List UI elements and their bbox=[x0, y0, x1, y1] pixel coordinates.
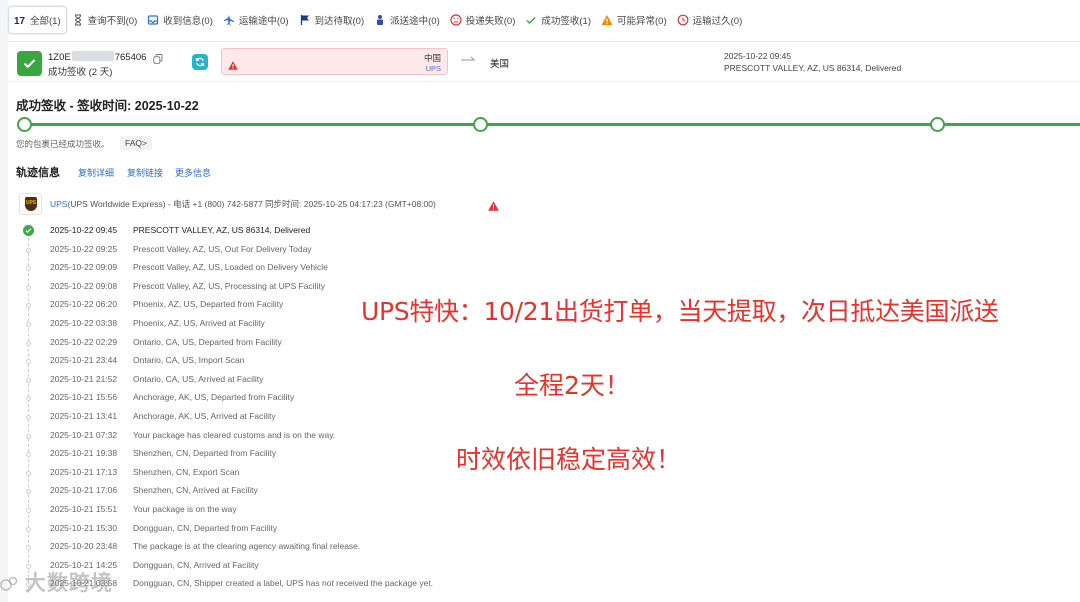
event-dot bbox=[26, 396, 31, 402]
carrier-info: UPS(UPS Worldwide Express) - 电话 +1 (800)… bbox=[50, 198, 436, 210]
event-dot bbox=[26, 284, 31, 290]
event-row: 2025-10-21 15:30 Dongguan, CN, Departed f… bbox=[8, 519, 708, 537]
last-event-desc: PRESCOTT VALLEY, AZ, US 86314, Delivered bbox=[724, 63, 902, 73]
event-row: 2025-10-21 17:06 Shenzhen, CN, Arrived at… bbox=[8, 481, 708, 499]
last-event-time: 2025-10-22 09:45 bbox=[724, 51, 792, 61]
check-icon bbox=[525, 14, 537, 26]
tab-alert[interactable]: 可能异常(0) bbox=[596, 6, 672, 34]
delivered-status-icon bbox=[17, 51, 42, 76]
ups-logo: UPS bbox=[19, 193, 42, 215]
watermark-logo: 大数跨境 bbox=[0, 567, 113, 597]
event-dot bbox=[26, 303, 31, 309]
flag-icon bbox=[299, 14, 311, 26]
status-tabs: 17 全部(1) 查询不到(0) 收到信息(0) 运输途中(0) 到达待取(0)… bbox=[8, 6, 1080, 34]
event-row: 2025-10-21 03:58 Dongguan, CN, Shipper cr… bbox=[8, 574, 708, 592]
event-dot bbox=[26, 545, 31, 551]
ups-logo-text: UPS bbox=[25, 200, 37, 206]
seventeen-logo-icon: 17 bbox=[14, 14, 26, 27]
tracking-panel: 17 全部(1) 查询不到(0) 收到信息(0) 运输途中(0) 到达待取(0)… bbox=[8, 0, 1080, 602]
event-row: 2025-10-20 23:48 The package is at the cl… bbox=[8, 537, 708, 555]
copy-details-link[interactable]: 复制详细 bbox=[78, 166, 114, 179]
warning-icon bbox=[228, 57, 238, 75]
copy-link-link[interactable]: 复制链接 bbox=[127, 166, 163, 179]
delivered-title: 成功签收 - 签收时间: 2025-10-22 bbox=[16, 99, 199, 113]
check-circle-icon bbox=[23, 225, 34, 236]
route-arrow-icon bbox=[460, 54, 476, 65]
progress-bar bbox=[24, 123, 1080, 126]
tab-in-transit[interactable]: 运输途中(0) bbox=[218, 6, 294, 34]
refresh-button[interactable] bbox=[192, 54, 208, 70]
faq-link[interactable]: FAQ> bbox=[120, 136, 152, 150]
event-dot bbox=[26, 470, 31, 476]
inbox-icon bbox=[147, 14, 159, 26]
progress-node bbox=[473, 117, 488, 132]
tab-out-for-delivery[interactable]: 派送途中(0) bbox=[369, 6, 445, 34]
tab-all[interactable]: 17 全部(1) bbox=[8, 6, 67, 34]
more-info-link[interactable]: 更多信息 bbox=[175, 166, 211, 179]
event-dot bbox=[26, 247, 31, 253]
plane-icon bbox=[223, 14, 235, 26]
event-dot bbox=[26, 322, 31, 327]
event-dot bbox=[26, 377, 31, 383]
event-dot bbox=[26, 489, 31, 495]
event-row: 2025-10-22 09:25 Prescott Valley, AZ, US,… bbox=[8, 240, 708, 258]
sad-face-icon bbox=[450, 14, 462, 26]
event-row: 2025-10-22 09:45 PRESCOTT VALLEY, AZ, US … bbox=[8, 221, 708, 239]
annotation-line-2: 全程2天！ bbox=[514, 371, 630, 400]
track-title: 轨迹信息 bbox=[16, 167, 60, 179]
event-dot bbox=[26, 266, 31, 272]
event-dot bbox=[26, 526, 31, 532]
event-dot bbox=[26, 433, 31, 439]
tab-delivered[interactable]: 成功签收(1) bbox=[520, 6, 596, 34]
tab-delivery-failed[interactable]: 投递失败(0) bbox=[445, 6, 521, 34]
event-row: 2025-10-21 14:25 Dongguan, CN, Arrived at… bbox=[8, 556, 708, 574]
origin-box[interactable]: 中国 UPS bbox=[221, 48, 448, 75]
delivered-note: 您的包裹已经成功签收。 bbox=[16, 139, 110, 149]
shipment-summary-row[interactable]: 1Z0E 765406 成功签收 (2 天) 中国 UPS 美国 2025-10-… bbox=[8, 42, 1080, 82]
copy-icon[interactable] bbox=[153, 51, 163, 64]
carrier-name-link[interactable]: UPS bbox=[50, 199, 67, 209]
shipment-status: 成功签收 (2 天) bbox=[48, 67, 113, 78]
progress-node bbox=[930, 117, 945, 132]
origin-carrier: UPS bbox=[425, 64, 441, 73]
event-dot bbox=[26, 340, 31, 346]
tracking-number-mask bbox=[71, 51, 114, 61]
origin-country: 中国 bbox=[423, 53, 441, 63]
annotation-line-3: 时效依旧稳定高效！ bbox=[456, 445, 682, 474]
event-dot bbox=[26, 359, 31, 365]
annotation-line-1: UPS特快：10/21出货打单，当天提取，次日抵达美国派送 bbox=[361, 297, 999, 326]
tab-not-found[interactable]: 查询不到(0) bbox=[67, 6, 143, 34]
carrier-details: (UPS Worldwide Express) - 电话 +1 (800) 74… bbox=[67, 199, 436, 209]
sync-warning-icon[interactable] bbox=[488, 198, 499, 216]
clock-icon bbox=[677, 14, 689, 26]
hourglass-icon bbox=[72, 14, 84, 26]
tracking-number: 1Z0E 765406 bbox=[48, 51, 147, 63]
courier-icon bbox=[374, 14, 386, 26]
event-dot bbox=[26, 415, 31, 420]
event-row: 2025-10-22 02:29 Ontario, CA, US, Departe… bbox=[8, 333, 708, 351]
tab-info-received[interactable]: 收到信息(0) bbox=[142, 6, 218, 34]
event-row: 2025-10-21 15:51 Your package is on the w… bbox=[8, 500, 708, 518]
event-row: 2025-10-22 09:09 Prescott Valley, AZ, US,… bbox=[8, 258, 708, 276]
event-dot bbox=[26, 452, 31, 458]
tab-expired[interactable]: 运输过久(0) bbox=[672, 6, 748, 34]
svg-text:17: 17 bbox=[14, 16, 26, 26]
warning-icon bbox=[601, 14, 613, 26]
destination-country: 美国 bbox=[490, 59, 510, 70]
progress-node bbox=[17, 117, 32, 132]
event-row: 2025-10-21 13:41 Anchorage, AK, US, Arriv… bbox=[8, 407, 708, 425]
event-dot bbox=[26, 508, 31, 513]
tab-pickup[interactable]: 到达待取(0) bbox=[294, 6, 370, 34]
